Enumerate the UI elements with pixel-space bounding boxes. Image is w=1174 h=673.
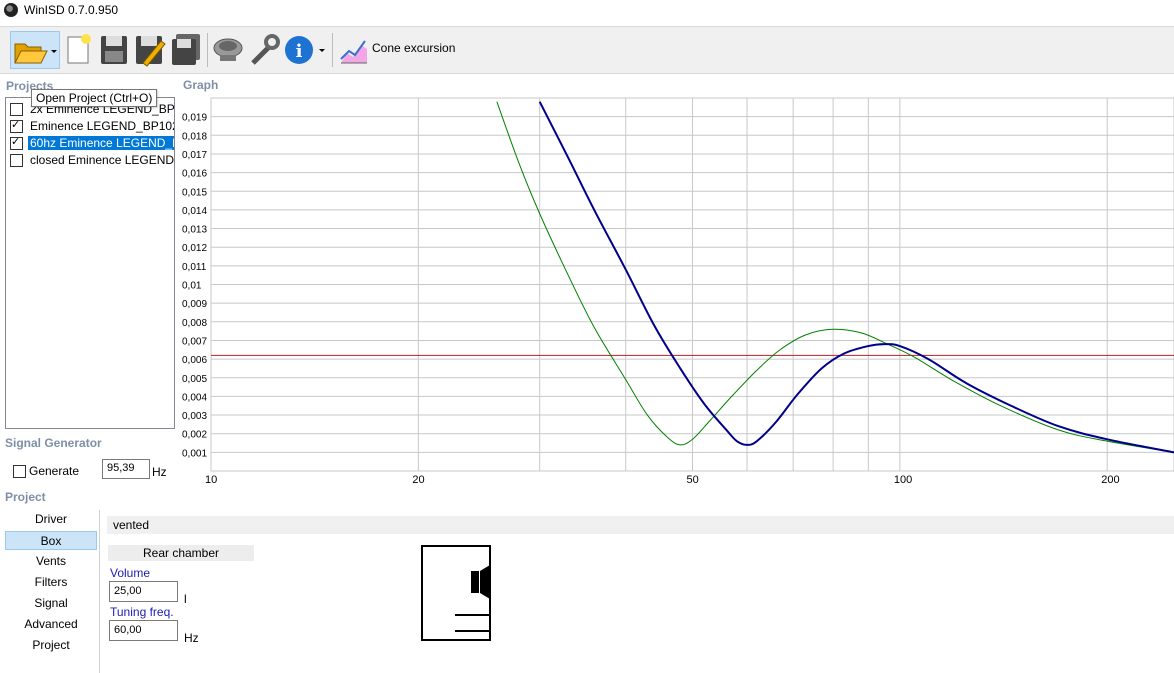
x-tick-label: 200 bbox=[1101, 474, 1119, 486]
y-tick-label: 0,003 bbox=[182, 411, 207, 422]
graph-section-label: Graph bbox=[183, 78, 219, 92]
y-tick-label: 0,005 bbox=[182, 374, 207, 385]
project-label[interactable]: closed Eminence LEGEND_E bbox=[30, 153, 174, 167]
y-tick-label: 0,001 bbox=[182, 448, 207, 459]
y-tick-label: 0,011 bbox=[182, 262, 207, 273]
box-diagram bbox=[421, 545, 491, 641]
y-tick-label: 0,009 bbox=[182, 299, 207, 310]
cone-excursion-graph[interactable]: 0,001 0,002 0,003 0,004 0,005 0,006 0,007 0,008… bbox=[180, 92, 1174, 492]
y-tick-label: 0,014 bbox=[182, 206, 207, 217]
volume-unit: l bbox=[184, 592, 187, 606]
panel-divider bbox=[99, 510, 100, 673]
save-as-icon[interactable] bbox=[133, 31, 167, 69]
y-tick-label: 0,002 bbox=[182, 430, 207, 441]
generate-checkbox[interactable] bbox=[13, 465, 26, 478]
cone-excursion-icon[interactable] bbox=[338, 31, 370, 69]
nav-item-driver[interactable]: Driver bbox=[5, 510, 97, 529]
volume-input[interactable]: 25,00 bbox=[109, 581, 178, 602]
nav-item-filters[interactable]: Filters bbox=[5, 573, 97, 592]
y-tick-label: 0,004 bbox=[182, 392, 207, 403]
tuning-freq-label: Tuning freq. bbox=[110, 605, 174, 619]
nav-item-advanced[interactable]: Advanced bbox=[5, 615, 97, 634]
new-project-icon[interactable] bbox=[64, 31, 94, 69]
project-checkbox[interactable] bbox=[10, 103, 23, 116]
y-tick-label: 0,016 bbox=[182, 169, 207, 180]
project-label[interactable]: Eminence LEGEND_BP102-4 bbox=[30, 119, 174, 133]
generator-frequency-unit: Hz bbox=[152, 465, 167, 479]
tuning-freq-input[interactable]: 60,00 bbox=[109, 620, 178, 641]
nav-item-box[interactable]: Box bbox=[5, 531, 97, 550]
app-icon bbox=[4, 3, 18, 17]
tuning-freq-unit: Hz bbox=[184, 631, 199, 645]
y-tick-label: 0,013 bbox=[182, 225, 207, 236]
wrench-icon[interactable] bbox=[247, 31, 281, 69]
generate-label[interactable]: Generate bbox=[29, 464, 79, 478]
x-tick-label: 100 bbox=[894, 474, 912, 486]
save-all-icon[interactable] bbox=[169, 31, 203, 69]
y-tick-label: 0,008 bbox=[182, 318, 207, 329]
cone-excursion-label[interactable]: Cone excursion bbox=[372, 41, 455, 55]
y-tick-label: 0,018 bbox=[182, 131, 207, 142]
window-title: WinISD 0.7.0.950 bbox=[24, 3, 119, 17]
x-tick-label: 50 bbox=[687, 474, 699, 486]
y-tick-label: 0,012 bbox=[182, 243, 207, 254]
x-tick-label: 20 bbox=[412, 474, 424, 486]
y-tick-label: 0,019 bbox=[182, 113, 207, 124]
nav-item-signal[interactable]: Signal bbox=[5, 594, 97, 613]
info-icon[interactable]: i bbox=[283, 31, 329, 69]
rear-chamber-header: Rear chamber bbox=[108, 545, 254, 561]
y-tick-label: 0,015 bbox=[182, 187, 207, 198]
project-section-label: Project bbox=[5, 490, 46, 504]
nav-item-vents[interactable]: Vents bbox=[5, 552, 97, 571]
volume-label: Volume bbox=[110, 566, 151, 580]
box-type-dropdown[interactable]: vented bbox=[107, 516, 1174, 534]
y-tick-label: 0,006 bbox=[182, 355, 207, 366]
y-tick-label: 0,01 bbox=[182, 281, 202, 292]
y-tick-label: 0,017 bbox=[182, 150, 207, 161]
x-tick-label: 10 bbox=[205, 474, 217, 486]
nav-item-project[interactable]: Project bbox=[5, 636, 97, 655]
project-label[interactable]: 60hz Eminence LEGEND_BP bbox=[28, 136, 174, 150]
open-project-button[interactable] bbox=[10, 31, 60, 69]
project-row[interactable]: Eminence LEGEND_BP102-4 bbox=[6, 118, 174, 135]
project-checkbox[interactable] bbox=[10, 118, 23, 133]
y-tick-label: 0,007 bbox=[182, 336, 207, 347]
project-checkbox[interactable] bbox=[10, 135, 23, 150]
project-list[interactable]: 2x Eminence LEGEND_BP10 Eminence LEGEND_… bbox=[5, 97, 175, 429]
signal-generator-section-label: Signal Generator bbox=[5, 436, 102, 450]
project-row[interactable]: closed Eminence LEGEND_E bbox=[6, 152, 174, 169]
project-checkbox[interactable] bbox=[10, 154, 23, 167]
title-bar: WinISD 0.7.0.950 bbox=[0, 0, 1174, 22]
svg-text:i: i bbox=[296, 41, 303, 62]
driver-icon[interactable] bbox=[211, 31, 245, 69]
open-project-tooltip: Open Project (Ctrl+O) bbox=[31, 89, 158, 107]
generator-frequency-input[interactable]: 95,39 bbox=[102, 459, 150, 479]
toolbar: i Cone excursion bbox=[0, 26, 1174, 74]
save-icon[interactable] bbox=[98, 31, 130, 69]
project-row[interactable]: 60hz Eminence LEGEND_BP bbox=[6, 135, 174, 152]
